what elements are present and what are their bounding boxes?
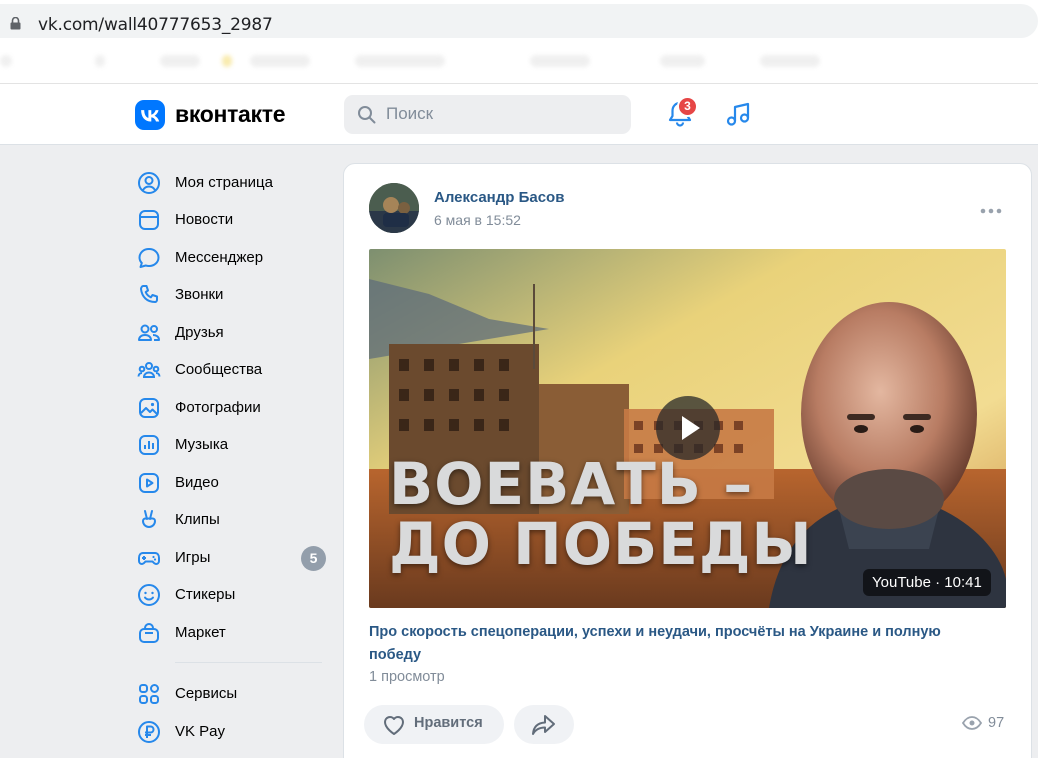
music-icon[interactable]: [725, 100, 753, 128]
video-views: 1 просмотр: [369, 669, 445, 685]
sidebar-item-label: Фотографии: [175, 399, 261, 416]
sidebar-item-label: Сообщества: [175, 361, 263, 378]
sidebar-item-label: Друзья: [175, 324, 224, 341]
lock-icon: [10, 17, 21, 30]
news-icon: [139, 210, 159, 230]
bookmark-blurred: [660, 55, 705, 67]
music-icon: [139, 435, 159, 455]
bookmark-blurred: [250, 55, 310, 67]
vk-logo-text[interactable]: вконтакте: [175, 100, 286, 128]
sidebar-item-photos[interactable]: Фотографии: [135, 391, 330, 425]
video-title-link[interactable]: Про скорость спецоперации, успехи и неуд…: [369, 621, 984, 667]
market-icon: [139, 623, 159, 643]
sidebar-item-label: Игры: [175, 549, 211, 566]
friends-icon: [138, 324, 160, 341]
sidebar-item-video[interactable]: Видео: [135, 466, 330, 500]
vk-logo-icon[interactable]: [135, 100, 165, 130]
play-button[interactable]: [656, 396, 720, 460]
bookmarks-bar: [0, 40, 1038, 84]
sidebar-item-services[interactable]: Сервисы: [135, 677, 330, 711]
smile-icon: [138, 584, 160, 606]
message-icon: [138, 248, 160, 268]
bookmark-blurred: [530, 55, 590, 67]
video-headline-line1: ВОЕВАТЬ –: [389, 450, 754, 518]
phone-icon: [140, 285, 158, 303]
sidebar-item-label: Сервисы: [175, 685, 238, 702]
url-bar[interactable]: vk.com/wall40777653_2987: [0, 4, 1038, 38]
search-placeholder[interactable]: Поиск: [386, 104, 433, 124]
bookmark-blurred: [222, 55, 232, 67]
heart-icon: [384, 716, 404, 735]
sidebar-item-label: Видео: [175, 474, 219, 491]
video-headline-line2: ДО ПОБЕДЫ: [389, 510, 813, 578]
sidebar-item-messenger[interactable]: Мессенджер: [135, 241, 330, 275]
sidebar-item-label: Стикеры: [175, 586, 236, 603]
sidebar-item-label: Музыка: [175, 436, 229, 453]
games-badge: 5: [301, 546, 326, 571]
user-circle-icon: [138, 172, 160, 194]
video-headline: ВОЕВАТЬ – ДО ПОБЕДЫ: [389, 454, 813, 574]
view-count: 97: [988, 715, 1005, 731]
sidebar-item-communities[interactable]: Сообщества: [135, 353, 330, 387]
sidebar-item-music[interactable]: Музыка: [135, 428, 330, 462]
play-icon: [682, 416, 700, 440]
like-button[interactable]: Нравится: [364, 705, 504, 744]
author-avatar[interactable]: [369, 183, 419, 233]
sidebar-item-news[interactable]: Новости: [135, 203, 330, 237]
bookmark-blurred: [760, 55, 820, 67]
sidebar-item-vkpay[interactable]: VK Pay: [135, 715, 330, 749]
communities-icon: [137, 362, 161, 378]
sidebar-item-friends[interactable]: Друзья: [135, 316, 330, 350]
like-label: Нравится: [414, 715, 483, 731]
bookmark-blurred: [0, 55, 12, 67]
bookmark-blurred: [160, 55, 200, 67]
games-icon: [138, 552, 160, 565]
sidebar-item-label: VK Pay: [175, 723, 226, 740]
avatar-image: [369, 183, 419, 233]
bookmark-blurred: [355, 55, 445, 67]
vkpay-icon: [138, 721, 160, 743]
sidebar-item-stickers[interactable]: Стикеры: [135, 578, 330, 612]
bookmark-blurred: [95, 55, 105, 67]
sidebar-item-calls[interactable]: Звонки: [135, 278, 330, 312]
author-name[interactable]: Александр Басов: [434, 189, 564, 206]
sidebar-divider: [175, 662, 322, 663]
browser-address-bar: vk.com/wall40777653_2987: [0, 0, 1038, 40]
sidebar-item-label: Новости: [175, 211, 234, 228]
sidebar-item-label: Маркет: [175, 624, 226, 641]
sidebar-item-clips[interactable]: Клипы: [135, 503, 330, 537]
vk-logo-mark-icon: [141, 110, 160, 122]
sidebar-item-label: Мессенджер: [175, 249, 264, 266]
sidebar-item-label: Звонки: [175, 286, 224, 303]
video-icon: [139, 473, 159, 493]
sidebar-item-games[interactable]: Игры 5: [135, 541, 330, 575]
video-source-duration: YouTube · 10:41: [863, 569, 991, 596]
share-button[interactable]: [514, 705, 574, 744]
photo-icon: [139, 398, 159, 418]
services-icon: [139, 684, 159, 704]
post-date[interactable]: 6 мая в 15:52: [434, 212, 521, 228]
clips-icon: [142, 510, 156, 528]
eye-icon: [962, 716, 982, 730]
search-icon: [358, 106, 376, 124]
sidebar-item-label: Клипы: [175, 511, 220, 528]
sidebar-item-market[interactable]: Маркет: [135, 616, 330, 650]
sidebar-item-my-page[interactable]: Моя страница: [135, 166, 330, 200]
sidebar-item-label: Моя страница: [175, 174, 273, 191]
url-text[interactable]: vk.com/wall40777653_2987: [38, 15, 273, 35]
notification-badge: 3: [677, 96, 698, 117]
share-icon: [532, 715, 555, 735]
more-options-icon[interactable]: [978, 206, 1004, 216]
